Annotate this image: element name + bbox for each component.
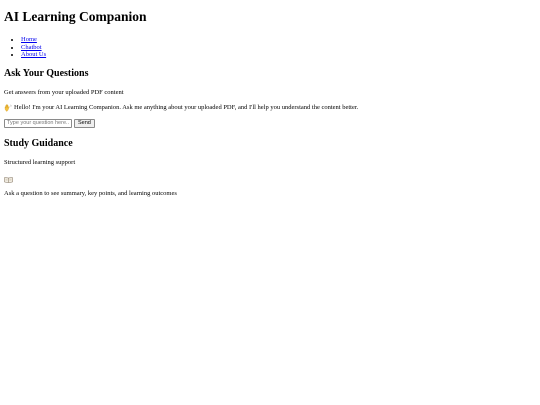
question-form: Send bbox=[4, 118, 536, 128]
nav-link-chatbot[interactable]: Chatbot bbox=[21, 44, 42, 51]
nav-list: Home Chatbot About Us bbox=[4, 36, 536, 59]
nav-item-chatbot: Chatbot bbox=[21, 44, 536, 52]
send-button[interactable]: Send bbox=[74, 118, 95, 128]
waving-hand-icon bbox=[4, 103, 12, 112]
ask-section: Ask Your Questions Get answers from your… bbox=[4, 68, 536, 128]
ask-heading: Ask Your Questions bbox=[4, 67, 89, 79]
study-hint: Ask a question to see summary, key point… bbox=[4, 189, 177, 197]
study-subtitle: Structured learning support bbox=[4, 158, 76, 166]
nav-link-about-us[interactable]: About Us bbox=[21, 51, 46, 58]
study-heading: Study Guidance bbox=[4, 137, 73, 149]
page-title: AI Learning Companion bbox=[4, 9, 147, 24]
greeting-text: Hello! I'm your AI Learning Companion. A… bbox=[14, 103, 359, 111]
nav-link-home[interactable]: Home bbox=[21, 36, 37, 43]
question-input[interactable] bbox=[4, 118, 72, 128]
ask-subtitle: Get answers from your uploaded PDF conte… bbox=[4, 88, 124, 96]
nav-item-home: Home bbox=[21, 36, 536, 44]
study-section: Study Guidance Structured learning suppo… bbox=[4, 138, 536, 198]
open-book-icon bbox=[4, 176, 536, 184]
page: AI Learning Companion Home Chatbot About… bbox=[0, 0, 540, 198]
greeting-message: Hello! I'm your AI Learning Companion. A… bbox=[4, 104, 536, 112]
nav-item-about: About Us bbox=[21, 51, 536, 59]
